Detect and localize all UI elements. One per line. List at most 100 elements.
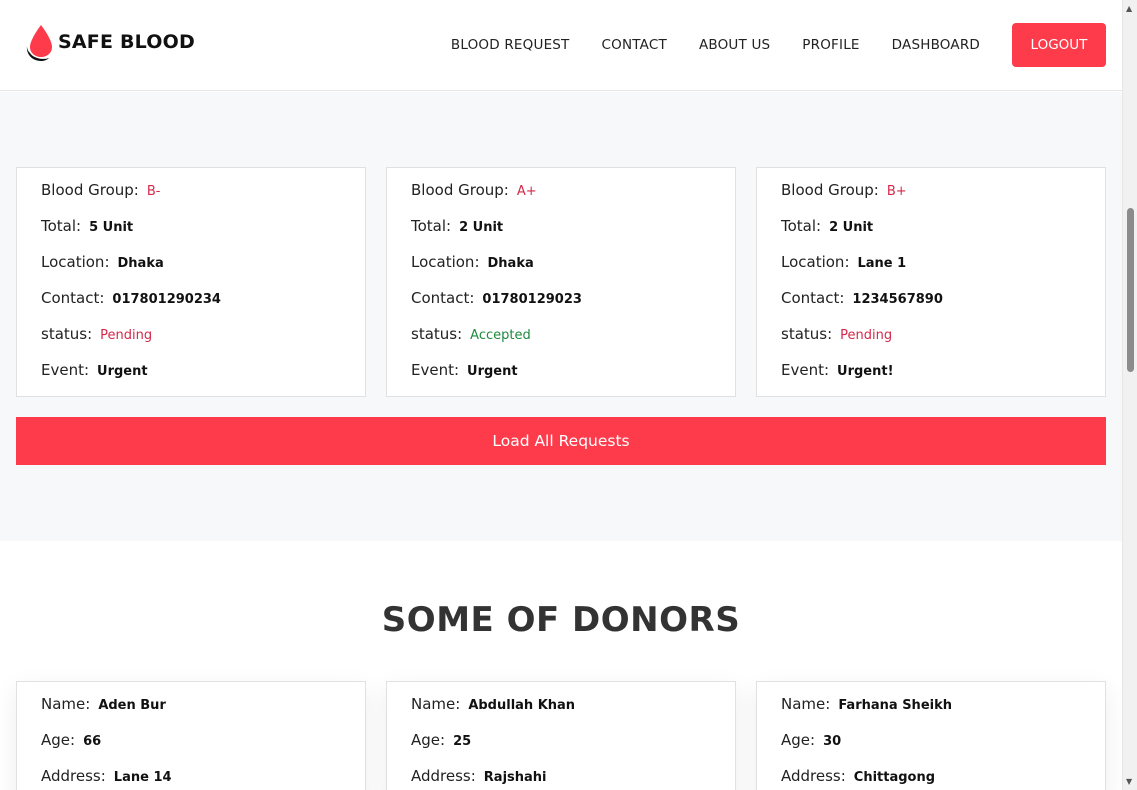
request-card: Blood Group: B+ Total: 2 Unit Location: Lan…	[756, 167, 1106, 397]
scroll-down-arrow-icon[interactable]: ▼	[1126, 777, 1132, 786]
donor-card: Name: Abdullah Khan Age: 25 Address: Rajsha…	[386, 681, 736, 790]
address-value: Lane 14	[113, 770, 172, 785]
age-row: Age: 30	[781, 731, 1105, 767]
nav-about-us[interactable]: ABOUT US	[699, 37, 770, 53]
blood-group-row: Blood Group: B-	[41, 181, 365, 217]
request-card: Blood Group: B- Total: 5 Unit Location: Dha…	[16, 167, 366, 397]
event-label: Event:	[411, 361, 460, 379]
location-row: Location: Dhaka	[411, 253, 735, 289]
address-label: Address:	[41, 767, 106, 785]
location-label: Location:	[411, 253, 480, 271]
location-label: Location:	[781, 253, 850, 271]
status-label: status:	[411, 325, 463, 343]
page-scrollbar[interactable]: ▲ ▼	[1122, 0, 1137, 790]
age-label: Age:	[411, 731, 446, 749]
event-value: Urgent!	[837, 364, 894, 379]
location-value: Dhaka	[487, 256, 534, 271]
address-label: Address:	[411, 767, 476, 785]
blood-group-row: Blood Group: B+	[781, 181, 1105, 217]
event-row: Event: Urgent	[41, 361, 365, 397]
age-label: Age:	[41, 731, 76, 749]
name-row: Name: Aden Bur	[41, 695, 365, 731]
name-value: Farhana Sheikh	[838, 698, 952, 713]
address-row: Address: Lane 14	[41, 767, 365, 790]
age-value: 66	[83, 734, 102, 749]
age-value: 25	[453, 734, 472, 749]
total-value: 5 Unit	[89, 220, 134, 235]
event-label: Event:	[781, 361, 830, 379]
location-row: Location: Lane 1	[781, 253, 1105, 289]
navbar: SAFE BLOOD BLOOD REQUEST CONTACT ABOUT U…	[0, 0, 1122, 91]
event-label: Event:	[41, 361, 90, 379]
total-value: 2 Unit	[459, 220, 504, 235]
donors-title: SOME OF DONORS	[381, 600, 741, 640]
contact-value: 017801290234	[112, 292, 221, 307]
blood-group-value: B-	[146, 184, 161, 199]
total-label: Total:	[41, 217, 82, 235]
logout-button[interactable]: LOGOUT	[1012, 23, 1106, 67]
status-row: status: Accepted	[411, 325, 735, 361]
event-value: Urgent	[97, 364, 148, 379]
name-label: Name:	[781, 695, 831, 713]
donor-card: Name: Farhana Sheikh Age: 30 Address: Chitt…	[756, 681, 1106, 790]
scrollbar-thumb[interactable]	[1127, 208, 1134, 372]
nav-dashboard[interactable]: DASHBOARD	[892, 37, 980, 53]
nav-menu: BLOOD REQUEST CONTACT ABOUT US PROFILE D…	[419, 23, 1106, 67]
nav-profile[interactable]: PROFILE	[802, 37, 859, 53]
brand-name: SAFE BLOOD	[58, 31, 195, 53]
blood-group-value: A+	[516, 184, 537, 199]
contact-value: 01780129023	[482, 292, 582, 307]
brand-logo[interactable]: SAFE BLOOD	[22, 22, 195, 62]
status-value: Pending	[100, 328, 153, 343]
nav-contact[interactable]: CONTACT	[602, 37, 667, 53]
nav-blood-request[interactable]: BLOOD REQUEST	[451, 37, 570, 53]
scroll-up-arrow-icon[interactable]: ▲	[1126, 4, 1132, 13]
blood-group-label: Blood Group:	[411, 181, 509, 199]
contact-value: 1234567890	[852, 292, 943, 307]
total-value: 2 Unit	[829, 220, 874, 235]
age-row: Age: 66	[41, 731, 365, 767]
contact-label: Contact:	[781, 289, 845, 307]
status-value: Pending	[840, 328, 893, 343]
donor-card: Name: Aden Bur Age: 66 Address: Lane 14	[16, 681, 366, 790]
load-all-requests-button[interactable]: Load All Requests	[16, 417, 1106, 465]
blood-group-value: B+	[886, 184, 907, 199]
address-value: Rajshahi	[483, 770, 547, 785]
event-row: Event: Urgent!	[781, 361, 1105, 397]
blood-drop-icon	[26, 25, 52, 61]
blood-group-label: Blood Group:	[781, 181, 879, 199]
name-label: Name:	[411, 695, 461, 713]
contact-row: Contact: 017801290234	[41, 289, 365, 325]
location-value: Dhaka	[117, 256, 164, 271]
name-row: Name: Farhana Sheikh	[781, 695, 1105, 731]
location-value: Lane 1	[857, 256, 907, 271]
address-row: Address: Chittagong	[781, 767, 1105, 790]
total-label: Total:	[781, 217, 822, 235]
status-value: Accepted	[470, 328, 531, 343]
total-row: Total: 2 Unit	[781, 217, 1105, 253]
total-row: Total: 2 Unit	[411, 217, 735, 253]
status-label: status:	[781, 325, 833, 343]
address-row: Address: Rajshahi	[411, 767, 735, 790]
total-row: Total: 5 Unit	[41, 217, 365, 253]
contact-label: Contact:	[41, 289, 105, 307]
contact-row: Contact: 01780129023	[411, 289, 735, 325]
contact-label: Contact:	[411, 289, 475, 307]
location-row: Location: Dhaka	[41, 253, 365, 289]
name-value: Aden Bur	[98, 698, 166, 713]
total-label: Total:	[411, 217, 452, 235]
location-label: Location:	[41, 253, 110, 271]
age-label: Age:	[781, 731, 816, 749]
event-row: Event: Urgent	[411, 361, 735, 397]
status-row: status: Pending	[781, 325, 1105, 361]
status-label: status:	[41, 325, 93, 343]
contact-row: Contact: 1234567890	[781, 289, 1105, 325]
address-value: Chittagong	[853, 770, 936, 785]
age-row: Age: 25	[411, 731, 735, 767]
event-value: Urgent	[467, 364, 518, 379]
name-row: Name: Abdullah Khan	[411, 695, 735, 731]
requests-section: Blood Group: B- Total: 5 Unit Location: Dha…	[0, 92, 1122, 541]
address-label: Address:	[781, 767, 846, 785]
age-value: 30	[823, 734, 842, 749]
name-value: Abdullah Khan	[468, 698, 576, 713]
